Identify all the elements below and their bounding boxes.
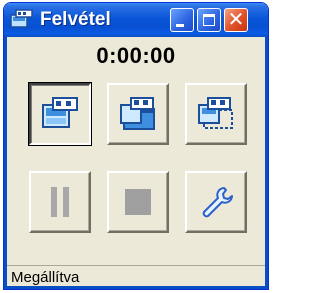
record-fullscreen-button[interactable] (29, 83, 91, 145)
elapsed-time: 0:00:00 (96, 43, 176, 68)
record-window-button[interactable] (107, 83, 169, 145)
minimize-button[interactable] (170, 8, 194, 32)
window-frame-left (4, 37, 7, 289)
window-frame-right (265, 37, 268, 289)
recorder-window: Felvétel ✕ 0:00:00 Megállítva (3, 2, 269, 290)
close-button[interactable]: ✕ (224, 8, 248, 32)
record-fullscreen-icon (42, 97, 78, 128)
settings-wrench-icon (202, 187, 233, 218)
record-window-icon (120, 97, 155, 130)
pause-button[interactable] (29, 171, 91, 233)
settings-button[interactable] (185, 171, 247, 233)
record-region-icon (198, 97, 233, 129)
minimize-icon (176, 24, 184, 27)
status-text: Megállítva (11, 269, 80, 286)
title-bar[interactable]: Felvétel ✕ (4, 3, 268, 37)
pause-icon (51, 187, 69, 217)
maximize-icon (203, 14, 215, 26)
recorder-app-icon (10, 9, 33, 28)
stop-button[interactable] (107, 171, 169, 233)
window-title: Felvétel (40, 9, 111, 30)
close-icon: ✕ (227, 9, 245, 31)
record-region-button[interactable] (185, 83, 247, 145)
maximize-button[interactable] (197, 8, 221, 32)
status-bar: Megállítva (7, 265, 265, 288)
stop-icon (125, 189, 151, 215)
window-frame-bottom (4, 286, 268, 289)
